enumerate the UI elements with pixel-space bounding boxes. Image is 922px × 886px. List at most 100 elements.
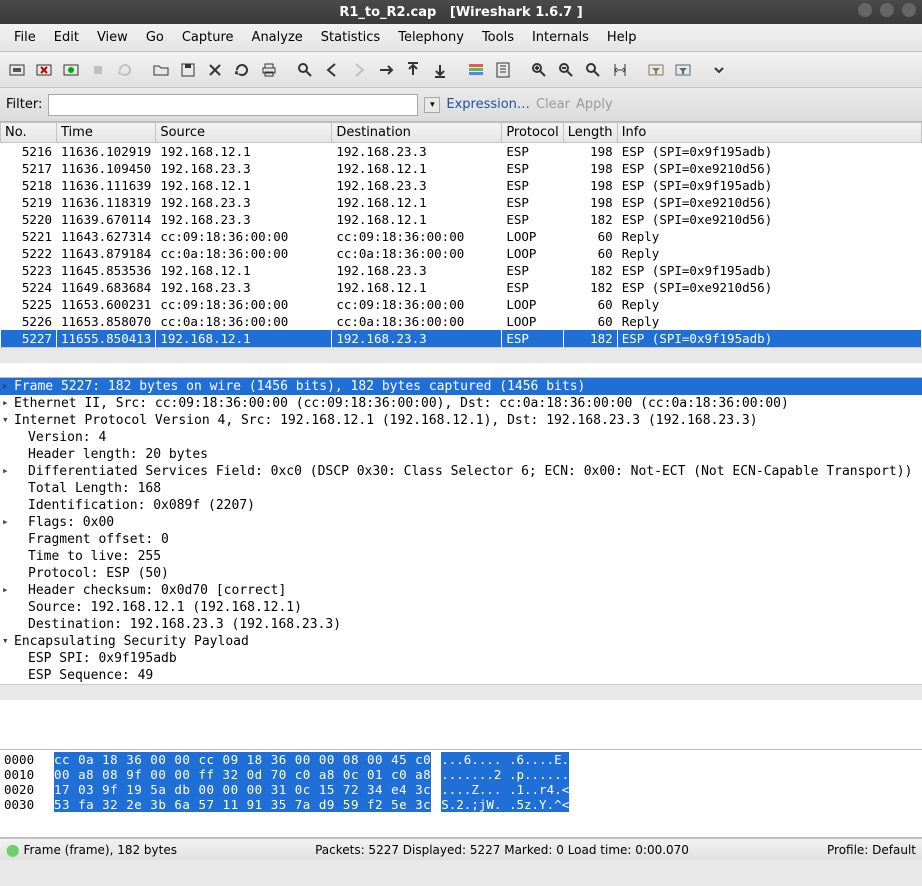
filter-input[interactable] [48,94,418,116]
save-icon[interactable] [175,57,201,83]
go-first-icon[interactable] [400,57,426,83]
detail-esp-field[interactable]: ESP Sequence: 49 [0,667,922,684]
detail-esp-field[interactable]: ESP SPI: 0x9f195adb [0,650,922,667]
go-to-icon[interactable] [373,57,399,83]
menu-go[interactable]: Go [138,28,172,47]
hex-line[interactable]: 001000 a8 08 9f 00 00 ff 32 0d 70 c0 a8 … [4,767,918,782]
autoscroll-icon[interactable] [490,57,516,83]
zoom-in-icon[interactable] [526,57,552,83]
go-last-icon[interactable] [427,57,453,83]
menu-tools[interactable]: Tools [474,28,522,47]
col-destination[interactable]: Destination [332,123,502,143]
details-scrollbar[interactable] [0,684,922,700]
maximize-button[interactable] [880,3,894,17]
capture-options-icon[interactable] [31,57,57,83]
hex-line[interactable]: 003053 fa 32 2e 3b 6a 57 11 91 35 7a d9 … [4,797,918,812]
menubar: File Edit View Go Capture Analyze Statis… [0,24,922,52]
packet-list[interactable]: No. Time Source Destination Protocol Len… [0,122,922,378]
print-icon[interactable] [256,57,282,83]
detail-ip-field[interactable]: Protocol: ESP (50) [0,565,922,582]
menu-capture[interactable]: Capture [174,28,242,47]
minimize-button[interactable] [858,3,872,17]
detail-frame[interactable]: Frame 5227: 182 bytes on wire (1456 bits… [0,378,922,395]
capture-stop-icon [85,57,111,83]
col-protocol[interactable]: Protocol [502,123,563,143]
interfaces-icon[interactable] [4,57,30,83]
table-row[interactable]: 521911636.118319192.168.23.3192.168.12.1… [1,194,922,211]
table-row[interactable]: 522411649.683684192.168.23.3192.168.12.1… [1,279,922,296]
table-row[interactable]: 521811636.111639192.168.12.1192.168.23.3… [1,177,922,194]
col-length[interactable]: Length [563,123,617,143]
table-row[interactable]: 522311645.853536192.168.12.1192.168.23.3… [1,262,922,279]
detail-ip[interactable]: Internet Protocol Version 4, Src: 192.16… [0,412,922,429]
col-no[interactable]: No. [1,123,57,143]
menu-analyze[interactable]: Analyze [244,28,311,47]
zoom-out-icon[interactable] [553,57,579,83]
detail-ip-field[interactable]: Identification: 0x089f (2207) [0,497,922,514]
table-row[interactable]: 522211643.879184cc:0a:18:36:00:00cc:0a:1… [1,245,922,262]
capture-start-icon[interactable] [58,57,84,83]
close-icon[interactable] [202,57,228,83]
menu-view[interactable]: View [89,28,136,47]
status-right: Profile: Default [827,843,916,857]
filter-dropdown-icon[interactable]: ▾ [424,97,440,113]
toolbar [0,52,922,88]
toolbar-overflow-icon[interactable] [706,57,732,83]
hex-view[interactable]: 0000cc 0a 18 36 00 00 cc 09 18 36 00 00 … [0,750,922,838]
resize-columns-icon[interactable] [607,57,633,83]
col-info[interactable]: Info [617,123,921,143]
open-icon[interactable] [148,57,174,83]
detail-ip-field[interactable]: Destination: 192.168.23.3 (192.168.23.3) [0,616,922,633]
menu-edit[interactable]: Edit [46,28,87,47]
reload-icon[interactable] [229,57,255,83]
zoom-100-icon[interactable] [580,57,606,83]
packet-list-scrollbar[interactable] [0,347,922,363]
packet-details[interactable]: Frame 5227: 182 bytes on wire (1456 bits… [0,378,922,750]
window-filename: R1_to_R2.cap [339,5,436,20]
detail-esp[interactable]: Encapsulating Security Payload [0,633,922,650]
window-app-title: [Wireshark 1.6.7 ] [450,5,583,20]
menu-internals[interactable]: Internals [524,28,597,47]
detail-ethernet[interactable]: Ethernet II, Src: cc:09:18:36:00:00 (cc:… [0,395,922,412]
detail-ip-field[interactable]: Header length: 20 bytes [0,446,922,463]
menu-file[interactable]: File [6,28,44,47]
col-time[interactable]: Time [57,123,156,143]
table-row[interactable]: 522111643.627314cc:09:18:36:00:00cc:09:1… [1,228,922,245]
filter-label: Filter: [6,97,42,112]
colorize-icon[interactable] [463,57,489,83]
detail-ip-field[interactable]: Header checksum: 0x0d70 [correct] [0,582,922,599]
table-row[interactable]: 522011639.670114192.168.23.3192.168.12.1… [1,211,922,228]
detail-ip-field[interactable]: Fragment offset: 0 [0,531,922,548]
status-left: Frame (frame), 182 bytes [23,843,177,857]
packet-list-header[interactable]: No. Time Source Destination Protocol Len… [1,123,922,143]
table-row[interactable]: 521611636.102919192.168.12.1192.168.23.3… [1,143,922,161]
table-row[interactable]: 522511653.600231cc:09:18:36:00:00cc:09:1… [1,296,922,313]
find-icon[interactable] [292,57,318,83]
filterbar: Filter: ▾ Expression… Clear Apply [0,88,922,122]
table-row[interactable]: 522711655.850413192.168.12.1192.168.23.3… [1,330,922,347]
detail-ip-field[interactable]: Version: 4 [0,429,922,446]
filter-apply-button: Apply [576,97,613,112]
hex-line[interactable]: 002017 03 9f 19 5a db 00 00 00 31 0c 15 … [4,782,918,797]
table-row[interactable]: 522611653.858070cc:0a:18:36:00:00cc:0a:1… [1,313,922,330]
go-back-icon[interactable] [319,57,345,83]
detail-ip-field[interactable]: Flags: 0x00 [0,514,922,531]
capture-restart-icon [112,57,138,83]
display-filter-icon[interactable] [670,57,696,83]
menu-help[interactable]: Help [599,28,645,47]
close-button[interactable] [902,3,916,17]
status-mid: Packets: 5227 Displayed: 5227 Marked: 0 … [315,843,689,857]
table-row[interactable]: 521711636.109450192.168.23.3192.168.12.1… [1,160,922,177]
detail-ip-field[interactable]: Source: 192.168.12.1 (192.168.12.1) [0,599,922,616]
capture-filter-icon[interactable] [643,57,669,83]
detail-ip-field[interactable]: Differentiated Services Field: 0xc0 (DSC… [0,463,922,480]
titlebar: R1_to_R2.cap [Wireshark 1.6.7 ] [0,0,922,24]
filter-expression-button[interactable]: Expression… [446,97,530,112]
hex-line[interactable]: 0000cc 0a 18 36 00 00 cc 09 18 36 00 00 … [4,752,918,767]
col-source[interactable]: Source [156,123,332,143]
detail-ip-field[interactable]: Total Length: 168 [0,480,922,497]
go-forward-icon [346,57,372,83]
detail-ip-field[interactable]: Time to live: 255 [0,548,922,565]
menu-statistics[interactable]: Statistics [313,28,388,47]
menu-telephony[interactable]: Telephony [390,28,472,47]
